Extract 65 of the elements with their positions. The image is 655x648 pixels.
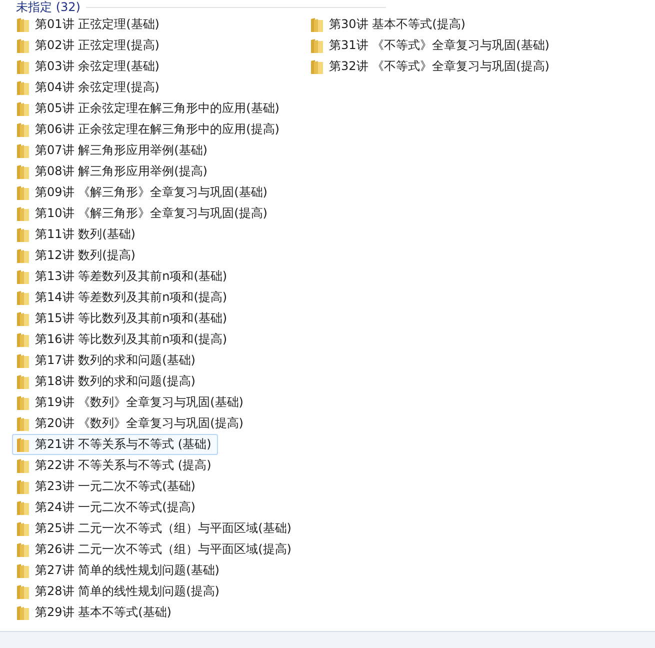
folder-item[interactable]: 第25讲 二元一次不等式（组）与平面区域(基础) — [12, 518, 298, 539]
folder-icon — [16, 16, 30, 32]
folder-icon — [16, 122, 30, 138]
folder-item[interactable]: 第24讲 一元二次不等式(提高) — [12, 497, 202, 518]
folder-item[interactable]: 第30讲 基本不等式(提高) — [306, 14, 472, 35]
group-title: 未指定 (32) — [16, 0, 80, 14]
folder-item[interactable]: 第05讲 正余弦定理在解三角形中的应用(基础) — [12, 98, 286, 119]
folder-item[interactable]: 第28讲 简单的线性规划问题(提高) — [12, 581, 226, 602]
folder-item[interactable]: 第15讲 等比数列及其前n项和(基础) — [12, 308, 234, 329]
folder-item[interactable]: 第27讲 简单的线性规划问题(基础) — [12, 560, 226, 581]
folder-item[interactable]: 第26讲 二元一次不等式（组）与平面区域(提高) — [12, 539, 298, 560]
folder-item[interactable]: 第08讲 解三角形应用举例(提高) — [12, 161, 214, 182]
folder-item[interactable]: 第16讲 等比数列及其前n项和(提高) — [12, 329, 234, 350]
folder-icon — [310, 38, 324, 54]
folder-item[interactable]: 第21讲 不等关系与不等式 (基础) — [12, 434, 218, 455]
folder-item[interactable]: 第04讲 余弦定理(提高) — [12, 77, 166, 98]
folder-item[interactable]: 第20讲 《数列》全章复习与巩固(提高) — [12, 413, 250, 434]
folder-item[interactable]: 第12讲 数列(提高) — [12, 245, 142, 266]
folder-icon — [16, 542, 30, 558]
folder-icon — [16, 184, 30, 200]
folder-item[interactable]: 第13讲 等差数列及其前n项和(基础) — [12, 266, 234, 287]
folder-icon — [16, 500, 30, 516]
folder-item[interactable]: 第14讲 等差数列及其前n项和(提高) — [12, 287, 234, 308]
folder-icon — [16, 374, 30, 390]
folder-item[interactable]: 第17讲 数列的求和问题(基础) — [12, 350, 202, 371]
folder-item[interactable]: 第01讲 正弦定理(基础) — [12, 14, 166, 35]
folder-item[interactable]: 第22讲 不等关系与不等式 (提高) — [12, 455, 218, 476]
folder-icon — [16, 100, 30, 116]
folder-item[interactable]: 第32讲 《不等式》全章复习与巩固(提高) — [306, 56, 556, 77]
folder-icon — [16, 478, 30, 494]
folder-item[interactable]: 第18讲 数列的求和问题(提高) — [12, 371, 202, 392]
folder-item[interactable]: 第09讲 《解三角形》全章复习与巩固(基础) — [12, 182, 274, 203]
folder-icon — [16, 436, 30, 452]
folder-icon — [310, 16, 324, 32]
folder-item[interactable]: 第02讲 正弦定理(提高) — [12, 35, 166, 56]
folder-icon — [16, 268, 30, 284]
folder-icon — [16, 520, 30, 536]
folder-icon — [16, 332, 30, 348]
folder-icon — [16, 458, 30, 474]
folder-item[interactable]: 第07讲 解三角形应用举例(基础) — [12, 140, 214, 161]
folder-icon — [16, 290, 30, 306]
folder-item[interactable]: 第31讲 《不等式》全章复习与巩固(基础) — [306, 35, 556, 56]
folder-icon — [16, 562, 30, 578]
folder-icon — [16, 164, 30, 180]
folder-item[interactable]: 第11讲 数列(基础) — [12, 224, 142, 245]
folder-icon — [16, 416, 30, 432]
folder-icon — [16, 352, 30, 368]
folder-icon — [16, 226, 30, 242]
folder-item[interactable]: 第29讲 基本不等式(基础) — [12, 602, 178, 623]
folder-item[interactable]: 第03讲 余弦定理(基础) — [12, 56, 166, 77]
folder-item[interactable]: 第23讲 一元二次不等式(基础) — [12, 476, 202, 497]
folder-icon — [16, 206, 30, 222]
folder-icon — [310, 58, 324, 74]
folder-icon — [16, 584, 30, 600]
folder-icon — [16, 142, 30, 158]
folder-icon — [16, 604, 30, 620]
folder-item[interactable]: 第10讲 《解三角形》全章复习与巩固(提高) — [12, 203, 274, 224]
folder-icon — [16, 38, 30, 54]
folder-icon — [16, 310, 30, 326]
folder-icon — [16, 80, 30, 96]
folder-icon — [16, 394, 30, 410]
folder-icon — [16, 58, 30, 74]
folder-item[interactable]: 第19讲 《数列》全章复习与巩固(基础) — [12, 392, 250, 413]
folder-item[interactable]: 第06讲 正余弦定理在解三角形中的应用(提高) — [12, 119, 286, 140]
folder-icon — [16, 248, 30, 264]
